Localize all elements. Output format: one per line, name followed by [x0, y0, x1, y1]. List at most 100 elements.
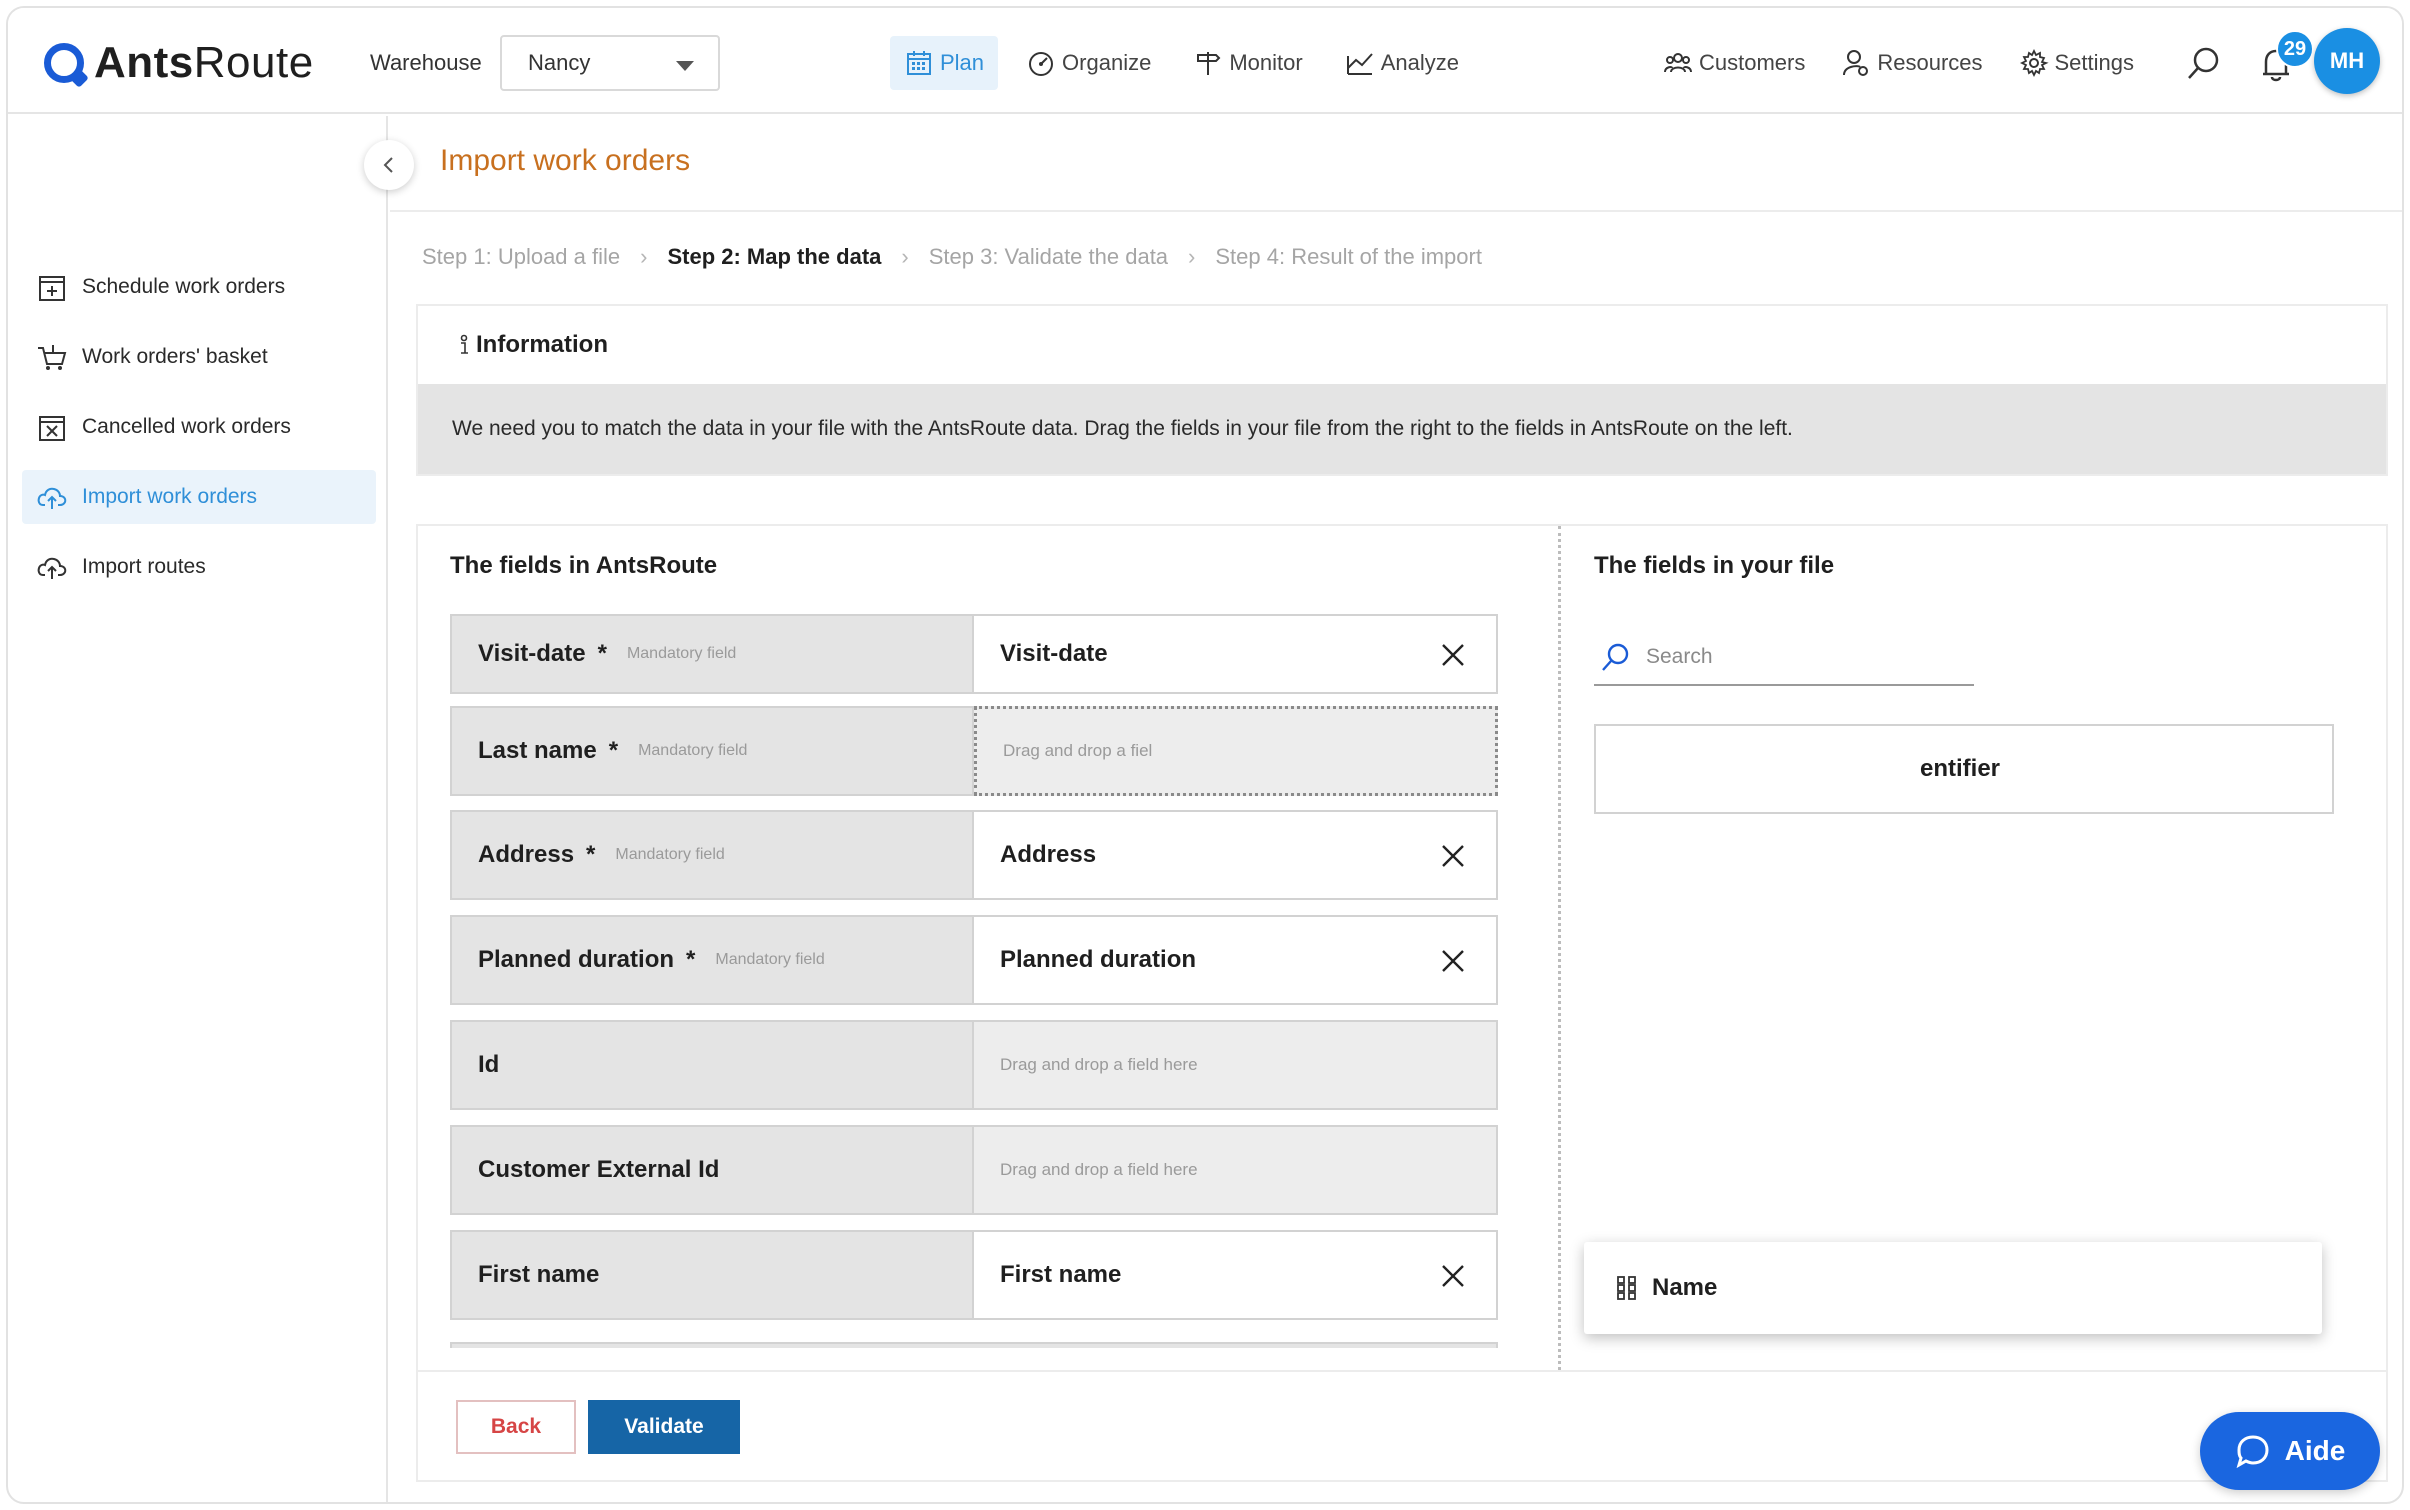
mandatory-asterisk: *: [608, 737, 619, 764]
nav-analyze[interactable]: Analyze: [1331, 36, 1473, 90]
chevron-left-icon: [383, 157, 393, 173]
field-label: Visit-date * Mandatory field: [450, 614, 974, 694]
mapping-row-visit-date: Visit-date * Mandatory field Visit-date: [450, 614, 1498, 694]
nav-organize[interactable]: Organize: [1012, 36, 1165, 90]
gauge-icon: [1029, 52, 1054, 76]
nav-customers[interactable]: Customers: [1649, 36, 1819, 90]
sidebar-item-label: Schedule work orders: [82, 275, 286, 298]
information-header: Information: [418, 306, 2386, 384]
drop-placeholder: Drag and drop a field here: [1000, 1160, 1198, 1179]
customers-icon: [1663, 53, 1692, 73]
secondary-nav: Customers Resources Settings: [1649, 36, 2148, 90]
field-label-text: First name: [478, 1261, 600, 1288]
chevron-right-icon: ›: [1188, 244, 1196, 269]
caret-down-icon: [676, 61, 694, 71]
nav-resources[interactable]: Resources: [1827, 36, 1996, 90]
file-fields-search[interactable]: Search: [1594, 630, 1974, 686]
file-field-item[interactable]: entifier: [1594, 724, 2334, 814]
nav-plan-label: Plan: [940, 50, 985, 75]
nav-settings-label: Settings: [2054, 50, 2135, 75]
drop-zone[interactable]: Drag and drop a field here: [974, 1125, 1498, 1215]
close-icon[interactable]: [1440, 642, 1466, 668]
dragging-field-card[interactable]: Name: [1584, 1242, 2322, 1334]
mapped-field[interactable]: Visit-date: [974, 614, 1498, 694]
nav-monitor[interactable]: Monitor: [1179, 36, 1316, 90]
close-icon[interactable]: [1440, 843, 1466, 869]
page-title: Import work orders: [440, 144, 691, 177]
mandatory-asterisk: *: [586, 841, 596, 868]
resources-icon: [1843, 50, 1869, 76]
information-text: We need you to match the data in your fi…: [418, 384, 2386, 474]
sidebar-item-basket[interactable]: Work orders' basket: [22, 330, 376, 384]
cloud-upload-icon: [37, 487, 67, 509]
nav-monitor-label: Monitor: [1229, 50, 1303, 75]
chart-icon: [1346, 53, 1373, 75]
validate-button[interactable]: Validate: [588, 1400, 740, 1454]
mandatory-hint: Mandatory field: [615, 846, 725, 863]
close-icon[interactable]: [1440, 948, 1466, 974]
logo-mark-icon: [44, 43, 84, 83]
field-label-text: Id: [478, 1051, 500, 1078]
calendar-x-icon: [39, 416, 65, 441]
avatar[interactable]: MH: [2314, 28, 2380, 94]
step-1[interactable]: Step 1: Upload a file: [422, 244, 620, 270]
sidebar: Schedule work orders Work orders' basket…: [8, 116, 414, 1502]
chevron-right-icon: ›: [640, 244, 648, 269]
mandatory-hint: Mandatory field: [638, 742, 748, 759]
nav-organize-label: Organize: [1062, 50, 1152, 75]
sidebar-item-schedule-work-orders[interactable]: Schedule work orders: [22, 260, 376, 314]
drop-placeholder: Drag and drop a field here: [1000, 1055, 1198, 1074]
signpost-icon: [1197, 52, 1221, 75]
calendar-icon: [907, 51, 931, 75]
nav-plan[interactable]: Plan: [890, 36, 999, 90]
mapping-row-customer-external-id: Customer External Id Drag and drop a fie…: [450, 1125, 1498, 1215]
mapped-field-value: Visit-date: [1000, 640, 1108, 667]
field-label: Id: [450, 1020, 974, 1110]
sidebar-item-label: Import routes: [82, 555, 206, 578]
mapped-field[interactable]: Address: [974, 810, 1498, 900]
back-button[interactable]: Back: [456, 1400, 576, 1454]
mapping-row-id: Id Drag and drop a field here: [450, 1020, 1498, 1110]
breadcrumb: Step 1: Upload a file › Step 2: Map the …: [422, 244, 1482, 270]
sidebar-item-import-work-orders[interactable]: Import work orders: [22, 470, 376, 524]
mapping-panel: The fields in AntsRoute The fields in yo…: [416, 524, 2388, 1482]
step-2: Step 2: Map the data: [667, 244, 882, 269]
drop-zone[interactable]: Drag and drop a field here: [974, 1020, 1498, 1110]
help-button[interactable]: Aide: [2200, 1412, 2380, 1490]
antsroute-logo[interactable]: AntsRoute: [44, 38, 314, 88]
sidebar-item-cancelled-work-orders[interactable]: Cancelled work orders: [22, 400, 376, 454]
field-label-text: Planned duration: [478, 946, 675, 973]
warehouse-select[interactable]: Nancy: [500, 35, 720, 91]
mandatory-hint: Mandatory field: [715, 951, 825, 968]
search-placeholder: Search: [1646, 645, 1713, 668]
file-field-label: entifier: [1919, 755, 2000, 782]
collapse-sidebar-button[interactable]: [364, 140, 414, 190]
chat-bubble-icon: [2236, 1435, 2269, 1469]
drop-zone-active[interactable]: Drag and drop a fiel: [974, 706, 1498, 796]
cloud-upload-icon: [37, 557, 67, 579]
close-icon[interactable]: [1440, 1263, 1466, 1289]
app-window: AntsRoute Warehouse Nancy Plan Organize …: [6, 6, 2404, 1504]
field-label: Customer External Id: [450, 1125, 974, 1215]
search-icon[interactable]: [2183, 44, 2223, 84]
information-title: Information: [476, 331, 608, 358]
field-label-text: Last name: [478, 737, 597, 764]
main-nav: Plan Organize Monitor Analyze: [890, 36, 1473, 90]
sidebar-item-import-routes[interactable]: Import routes: [22, 540, 376, 594]
nav-settings[interactable]: Settings: [2005, 36, 2149, 90]
mapping-row-first-name: First name First name: [450, 1230, 1498, 1320]
warehouse-value: Nancy: [528, 50, 591, 75]
information-panel: Information We need you to match the dat…: [416, 304, 2388, 476]
mapped-field[interactable]: Planned duration: [974, 915, 1498, 1005]
mapping-row-address: Address * Mandatory field Address: [450, 810, 1498, 900]
search-icon: [1602, 643, 1629, 671]
basket-icon: [38, 345, 67, 370]
column-divider: [1558, 526, 1561, 1370]
mapping-row-last-name: Last name * Mandatory field Drag and drop …: [450, 706, 1498, 796]
logo-text-bold: Ants: [94, 38, 194, 87]
footer-divider: [418, 1370, 2386, 1372]
file-fields-title: The fields in your file: [1594, 552, 1835, 579]
mandatory-asterisk: *: [597, 640, 607, 667]
mapped-field[interactable]: First name: [974, 1230, 1498, 1320]
nav-customers-label: Customers: [1698, 50, 1806, 75]
